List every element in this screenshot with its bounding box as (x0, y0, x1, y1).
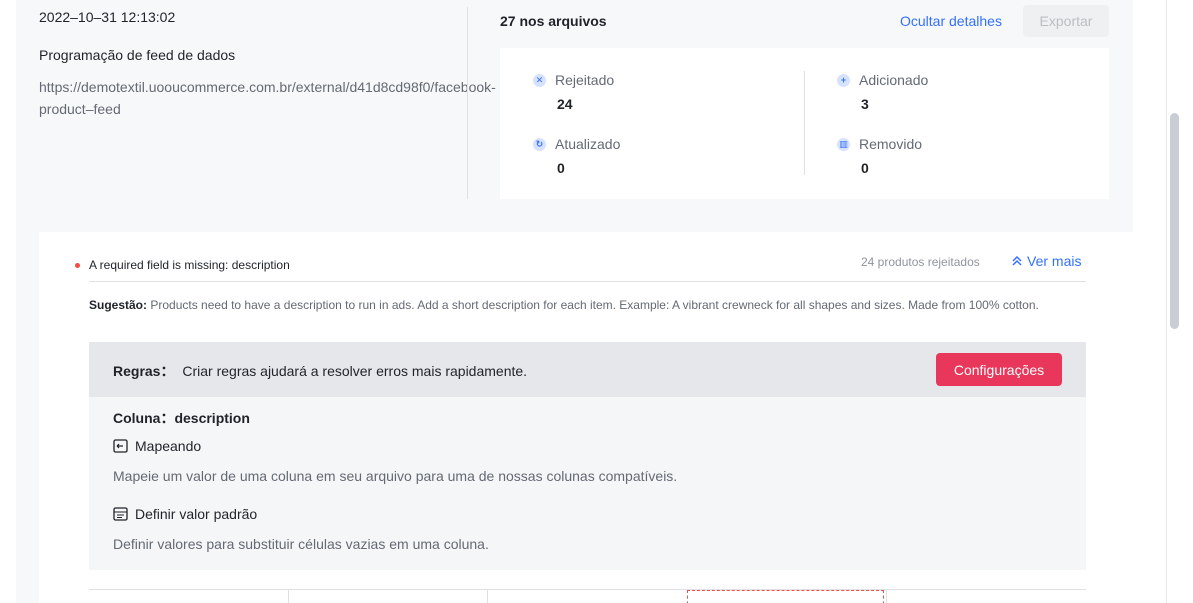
mapping-description: Mapeie um valor de uma coluna em seu arq… (113, 468, 678, 484)
table-header-strip (89, 589, 1086, 603)
error-dot (75, 263, 80, 268)
timestamp: 2022–10–31 12:13:02 (39, 9, 176, 25)
stat-updated: ↻ Atualizado 0 (533, 136, 620, 176)
stat-updated-label: Atualizado (555, 136, 621, 152)
export-button[interactable]: Exportar (1023, 5, 1109, 37)
stat-rejected: ✕ Rejeitado 24 (533, 72, 614, 112)
trash-icon: ▥ (837, 137, 850, 151)
stat-removed-label: Removido (859, 136, 923, 152)
stat-removed-value: 0 (861, 160, 869, 176)
rules-body: Coluna：description Mapeando Mapeie um va… (89, 397, 1086, 570)
suggestion-label: Sugestão: (89, 298, 148, 312)
default-value-description: Definir valores para substituir células … (113, 536, 489, 552)
feed-url-line-2: product–feed (39, 101, 121, 117)
column-line: Coluna：description (113, 408, 250, 428)
table-column-divider (288, 590, 289, 603)
hide-details-link[interactable]: Ocultar detalhes (900, 13, 1002, 29)
table-column-divider (487, 590, 488, 603)
stat-updated-value: 0 (557, 160, 565, 176)
horizontal-divider (89, 281, 1086, 282)
stat-removed: ▥ Removido 0 (837, 136, 922, 176)
suggestion-text: Products need to have a description to r… (150, 298, 1039, 312)
stats-divider (804, 71, 805, 175)
default-value-option[interactable]: Definir valor padrão (113, 506, 257, 522)
stat-added-value: 3 (861, 96, 869, 112)
highlighted-column (687, 590, 884, 603)
suggestion: Sugestão: Products need to have a descri… (89, 294, 1069, 316)
double-chevron-up-icon (1012, 255, 1022, 266)
table-column-divider (886, 590, 887, 603)
stat-added: + Adicionado 3 (837, 72, 928, 112)
see-more-link[interactable]: Ver mais (1011, 253, 1081, 269)
mapping-option[interactable]: Mapeando (113, 438, 201, 454)
see-more-label: Ver mais (1027, 253, 1082, 269)
rules-description: Criar regras ajudará a resolver erros ma… (182, 363, 528, 379)
stat-added-label: Adicionado (859, 72, 929, 88)
rejected-count: 24 produtos rejeitados (861, 255, 980, 269)
table-icon (113, 507, 128, 521)
files-count: 27 nos arquivos (500, 13, 607, 29)
mapping-icon (113, 439, 128, 453)
schedule-title: Programação de feed de dados (39, 47, 236, 63)
default-value-title: Definir valor padrão (135, 506, 258, 522)
feed-url[interactable]: https://demotextil.uooucommerce.com.br/e… (39, 76, 499, 124)
plus-circle-icon: + (837, 73, 850, 87)
column-label: Coluna： (113, 410, 175, 426)
mapping-title: Mapeando (135, 438, 202, 454)
issue-title: A required field is missing: description (89, 258, 290, 272)
stats-box: ✕ Rejeitado 24 + Adicionado 3 ↻ Atualiza… (500, 48, 1109, 199)
issue-card: A required field is missing: description… (39, 232, 1133, 603)
stat-rejected-value: 24 (557, 96, 573, 112)
rules-text: Regras： Criar regras ajudará a resolver … (113, 361, 527, 381)
vertical-divider (467, 7, 468, 199)
rules-label: Regras： (113, 363, 175, 379)
x-circle-icon: ✕ (533, 73, 546, 87)
settings-button[interactable]: Configurações (936, 353, 1062, 386)
feed-url-line-1: https://demotextil.uooucommerce.com.br/e… (39, 79, 496, 95)
rules-bar: Regras： Criar regras ajudará a resolver … (89, 342, 1086, 397)
stat-rejected-label: Rejeitado (555, 72, 615, 88)
scrollbar-thumb[interactable] (1170, 113, 1179, 329)
column-name: description (174, 410, 250, 426)
feed-details-panel: 2022–10–31 12:13:02 Programação de feed … (16, 0, 1133, 603)
refresh-icon: ↻ (533, 137, 546, 151)
